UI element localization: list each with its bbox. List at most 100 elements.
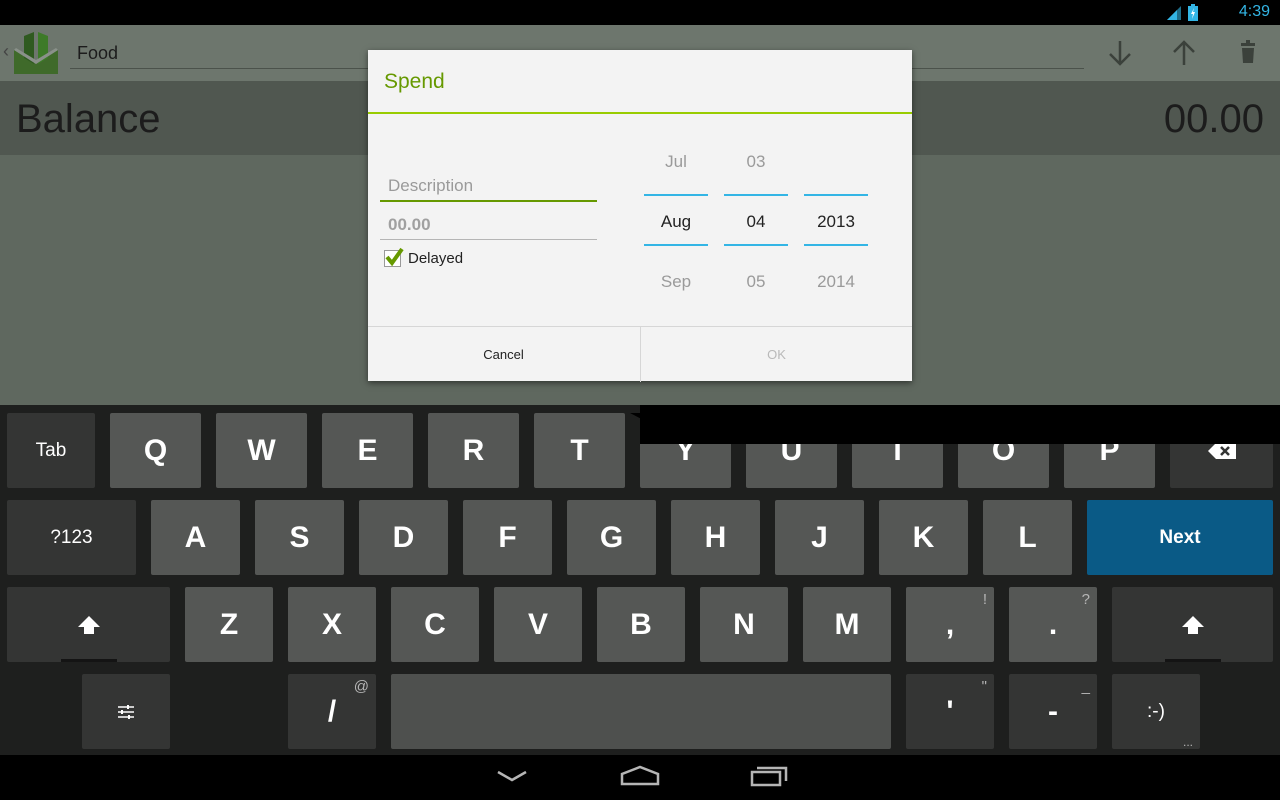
navigation-bar <box>0 755 1280 800</box>
key-k[interactable]: K <box>879 500 968 575</box>
key-slash-label: / <box>327 694 337 728</box>
day-next[interactable]: 05 <box>724 272 788 292</box>
key-x[interactable]: X <box>288 587 376 662</box>
dialog-button-bar: Cancel OK <box>368 326 912 382</box>
key-b[interactable]: B <box>597 587 685 662</box>
key-apostrophe[interactable]: ' " <box>906 674 994 749</box>
key-slash[interactable]: / @ <box>288 674 376 749</box>
arrow-up-icon[interactable] <box>1168 37 1200 69</box>
key-apostrophe-label: ' <box>946 694 954 728</box>
screen: { "status": {"time": "4:39", "network": … <box>0 0 1280 800</box>
key-g[interactable]: G <box>567 500 656 575</box>
key-s[interactable]: S <box>255 500 344 575</box>
day-picker[interactable]: 03 04 05 <box>724 146 788 346</box>
year-picker[interactable]: 2013 2014 <box>804 146 868 346</box>
delayed-label[interactable]: Delayed <box>408 250 463 267</box>
day-current[interactable]: 04 <box>724 212 788 232</box>
key-comma[interactable]: , ! <box>906 587 994 662</box>
balance-label: Balance <box>16 97 161 141</box>
month-divider-bottom <box>644 244 708 246</box>
key-c[interactable]: C <box>391 587 479 662</box>
clock: 4:39 <box>1238 3 1270 20</box>
key-j[interactable]: J <box>775 500 864 575</box>
key-dash[interactable]: - _ <box>1009 674 1097 749</box>
balance-value: 00.00 <box>1163 97 1264 141</box>
key-t[interactable]: T <box>534 413 625 488</box>
key-shift-right[interactable] <box>1112 587 1273 662</box>
key-l[interactable]: L <box>983 500 1072 575</box>
cancel-button[interactable]: Cancel <box>368 327 639 382</box>
key-z[interactable]: Z <box>185 587 273 662</box>
year-next[interactable]: 2014 <box>804 272 868 292</box>
hide-keyboard-icon[interactable] <box>496 769 528 783</box>
amount-placeholder: 00.00 <box>388 215 431 234</box>
trash-icon[interactable] <box>1234 37 1266 69</box>
key-period-alt: ? <box>1081 591 1090 608</box>
month-picker[interactable]: Jul Aug Sep <box>644 146 708 346</box>
key-settings[interactable] <box>82 674 170 749</box>
app-logo-icon[interactable] <box>12 30 60 76</box>
description-input[interactable]: Description <box>380 168 597 202</box>
status-bar: 4:39 <box>0 0 1280 25</box>
key-symbols[interactable]: ?123 <box>7 500 136 575</box>
key-n[interactable]: N <box>700 587 788 662</box>
keyboard-occluded-wedge <box>630 413 690 444</box>
shift-indicator <box>1164 659 1221 662</box>
recent-apps-icon[interactable] <box>750 765 788 787</box>
day-divider-bottom <box>724 244 788 246</box>
month-next[interactable]: Sep <box>644 272 708 292</box>
key-m[interactable]: M <box>803 587 891 662</box>
signal-icon <box>1167 5 1181 20</box>
month-divider-top <box>644 194 708 196</box>
checkmark-icon <box>385 247 404 267</box>
key-v[interactable]: V <box>494 587 582 662</box>
key-e[interactable]: E <box>322 413 413 488</box>
delayed-checkbox[interactable] <box>384 247 404 267</box>
status-icons <box>1166 4 1198 21</box>
backspace-icon <box>1207 442 1236 459</box>
key-smiley[interactable]: :-) ... <box>1112 674 1200 749</box>
dialog-title: Spend <box>384 70 445 93</box>
year-current[interactable]: 2013 <box>804 212 868 232</box>
year-divider-bottom <box>804 244 868 246</box>
key-tab[interactable]: Tab <box>7 413 95 488</box>
day-divider-top <box>724 194 788 196</box>
description-placeholder: Description <box>388 176 474 195</box>
key-slash-alt: @ <box>353 678 369 695</box>
shift-icon <box>77 615 100 634</box>
arrow-down-icon[interactable] <box>1104 37 1136 69</box>
soft-keyboard: Tab Q W E R T Y U I O P ?123 A S D F G H… <box>0 405 1280 755</box>
key-period[interactable]: . ? <box>1009 587 1097 662</box>
settings-sliders-icon <box>118 704 134 719</box>
key-w[interactable]: W <box>216 413 307 488</box>
key-comma-label: , <box>945 607 955 641</box>
key-f[interactable]: F <box>463 500 552 575</box>
amount-input[interactable]: 00.00 <box>380 208 597 240</box>
key-smiley-label: :-) <box>1147 700 1165 722</box>
key-space[interactable] <box>391 674 891 749</box>
ok-button[interactable]: OK <box>640 327 912 382</box>
home-icon[interactable] <box>620 765 660 787</box>
key-r[interactable]: R <box>428 413 519 488</box>
day-prev[interactable]: 03 <box>724 152 788 172</box>
key-dash-label: - <box>1048 694 1058 728</box>
battery-icon <box>1188 4 1198 21</box>
key-d[interactable]: D <box>359 500 448 575</box>
month-prev[interactable]: Jul <box>644 152 708 172</box>
key-h[interactable]: H <box>671 500 760 575</box>
key-shift-left[interactable] <box>7 587 170 662</box>
keyboard-occluded-strip <box>640 405 1280 444</box>
month-current[interactable]: Aug <box>644 212 708 232</box>
shift-icon <box>1181 615 1204 634</box>
key-period-label: . <box>1048 607 1058 641</box>
key-smiley-alt: ... <box>1182 735 1193 749</box>
account-name: Food <box>77 43 119 63</box>
spend-dialog: Spend Description 00.00 Delayed Jul Aug … <box>368 50 912 382</box>
key-a[interactable]: A <box>151 500 240 575</box>
year-divider-top <box>804 194 868 196</box>
back-chevron-icon[interactable]: ‹ <box>3 41 9 62</box>
key-apostrophe-alt: " <box>981 678 987 695</box>
title-divider <box>368 112 912 114</box>
key-q[interactable]: Q <box>110 413 201 488</box>
key-next[interactable]: Next <box>1087 500 1273 575</box>
